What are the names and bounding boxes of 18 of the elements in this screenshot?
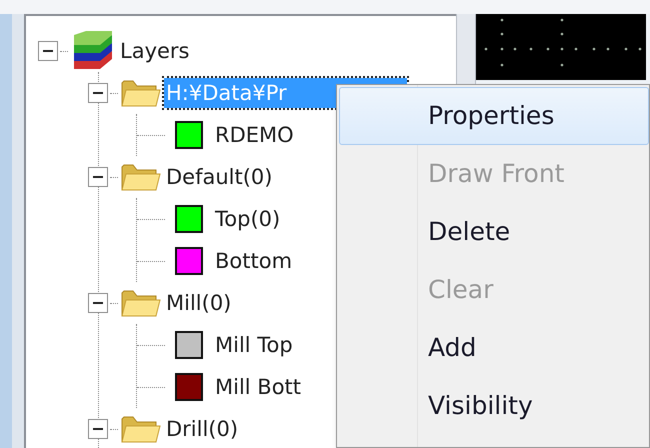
tree-item-label[interactable]: Mill(0) <box>164 288 234 318</box>
menu-item[interactable]: Add <box>339 319 649 377</box>
tree-item-label[interactable]: Top(0) <box>213 204 282 234</box>
tree-item-label[interactable]: Mill Top <box>213 330 295 360</box>
menu-item[interactable]: Visibility <box>339 377 649 435</box>
tree-item-label[interactable]: Default(0) <box>164 162 274 192</box>
tree-item-label[interactable]: RDEMO <box>213 120 296 150</box>
menu-item[interactable]: Delete <box>339 203 649 261</box>
collapse-toggle[interactable] <box>88 293 108 313</box>
tree-item-label[interactable]: Bottom <box>213 246 294 276</box>
collapse-toggle[interactable] <box>88 167 108 187</box>
collapse-toggle[interactable] <box>88 83 108 103</box>
menu-item[interactable]: Properties <box>339 87 649 145</box>
tree-item-label[interactable]: Layers <box>118 36 192 66</box>
tree-item-label[interactable]: Drill(0) <box>164 414 240 444</box>
collapse-toggle[interactable] <box>38 41 58 61</box>
tree-item-label[interactable]: Mill Bott <box>213 372 304 402</box>
collapse-toggle[interactable] <box>88 419 108 439</box>
